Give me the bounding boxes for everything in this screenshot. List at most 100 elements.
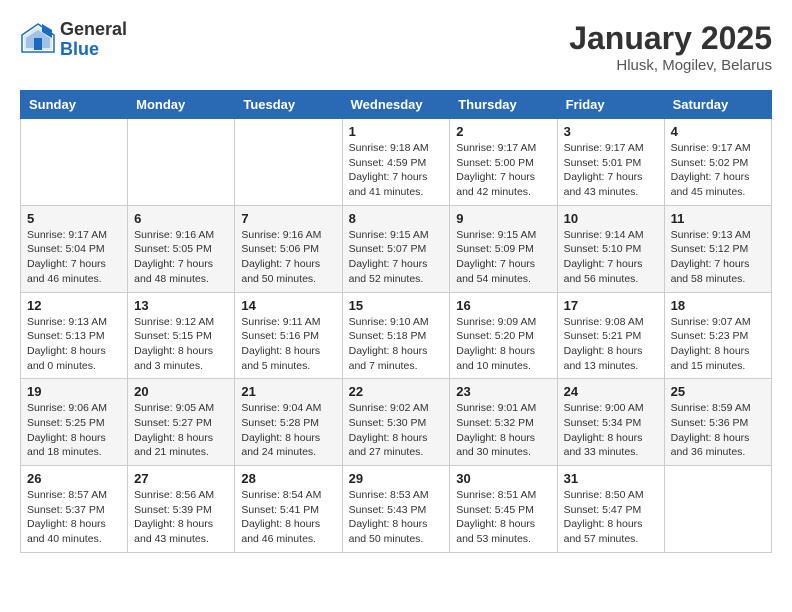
- calendar-cell: [21, 119, 128, 206]
- day-info: Sunrise: 9:09 AM Sunset: 5:20 PM Dayligh…: [456, 315, 550, 374]
- day-number: 25: [671, 384, 765, 399]
- calendar-cell: 28Sunrise: 8:54 AM Sunset: 5:41 PM Dayli…: [235, 466, 342, 553]
- day-info: Sunrise: 9:12 AM Sunset: 5:15 PM Dayligh…: [134, 315, 228, 374]
- day-number: 16: [456, 298, 550, 313]
- logo-icon: [20, 22, 56, 58]
- calendar-cell: 12Sunrise: 9:13 AM Sunset: 5:13 PM Dayli…: [21, 292, 128, 379]
- calendar-cell: 23 Sunrise: 9:01 AM Sunset: 5:32 PM Dayli…: [450, 379, 557, 466]
- calendar-cell: 29 Sunrise: 8:53 AM Sunset: 5:43 PM Dayli…: [342, 466, 450, 553]
- calendar-cell: 5Sunrise: 9:17 AM Sunset: 5:04 PM Daylig…: [21, 205, 128, 292]
- calendar-cell: 1Sunrise: 9:18 AM Sunset: 4:59 PM Daylig…: [342, 119, 450, 206]
- calendar-cell: 30Sunrise: 8:51 AM Sunset: 5:45 PM Dayli…: [450, 466, 557, 553]
- calendar-cell: 3Sunrise: 9:17 AM Sunset: 5:01 PM Daylig…: [557, 119, 664, 206]
- day-number: 18: [671, 298, 765, 313]
- calendar-cell: 21 Sunrise: 9:04 AM Sunset: 5:28 PM Dayli…: [235, 379, 342, 466]
- day-number: 17: [564, 298, 658, 313]
- title-area: January 2025 Hlusk, Mogilev, Belarus: [569, 20, 772, 74]
- calendar-week-row: 19 Sunrise: 9:06 AM Sunset: 5:25 PM Dayli…: [21, 379, 772, 466]
- calendar-cell: 13 Sunrise: 9:12 AM Sunset: 5:15 PM Dayli…: [128, 292, 235, 379]
- calendar-cell: 22 Sunrise: 9:02 AM Sunset: 5:30 PM Dayli…: [342, 379, 450, 466]
- day-info: Sunrise: 9:14 AM Sunset: 5:10 PM Dayligh…: [564, 228, 658, 287]
- day-info: Sunrise: 8:53 AM Sunset: 5:43 PM Dayligh…: [349, 488, 444, 547]
- calendar-cell: 9 Sunrise: 9:15 AM Sunset: 5:09 PM Daylig…: [450, 205, 557, 292]
- calendar-cell: [664, 466, 771, 553]
- calendar-title: January 2025: [569, 20, 772, 57]
- calendar-cell: 27 Sunrise: 8:56 AM Sunset: 5:39 PM Dayli…: [128, 466, 235, 553]
- calendar-cell: 14 Sunrise: 9:11 AM Sunset: 5:16 PM Dayli…: [235, 292, 342, 379]
- logo-blue-text: Blue: [60, 40, 127, 60]
- calendar-cell: 6 Sunrise: 9:16 AM Sunset: 5:05 PM Daylig…: [128, 205, 235, 292]
- weekday-header: Thursday: [450, 91, 557, 119]
- day-number: 8: [349, 211, 444, 226]
- calendar-week-row: 1Sunrise: 9:18 AM Sunset: 4:59 PM Daylig…: [21, 119, 772, 206]
- day-info: Sunrise: 8:59 AM Sunset: 5:36 PM Dayligh…: [671, 401, 765, 460]
- weekday-header: Wednesday: [342, 91, 450, 119]
- day-number: 24: [564, 384, 658, 399]
- calendar-cell: 24Sunrise: 9:00 AM Sunset: 5:34 PM Dayli…: [557, 379, 664, 466]
- calendar-cell: 26Sunrise: 8:57 AM Sunset: 5:37 PM Dayli…: [21, 466, 128, 553]
- day-number: 23: [456, 384, 550, 399]
- day-info: Sunrise: 9:17 AM Sunset: 5:00 PM Dayligh…: [456, 141, 550, 200]
- day-info: Sunrise: 9:11 AM Sunset: 5:16 PM Dayligh…: [241, 315, 335, 374]
- calendar-cell: 8 Sunrise: 9:15 AM Sunset: 5:07 PM Daylig…: [342, 205, 450, 292]
- weekday-header: Sunday: [21, 91, 128, 119]
- day-info: Sunrise: 9:13 AM Sunset: 5:12 PM Dayligh…: [671, 228, 765, 287]
- day-number: 2: [456, 124, 550, 139]
- day-info: Sunrise: 9:06 AM Sunset: 5:25 PM Dayligh…: [27, 401, 121, 460]
- calendar-cell: 31Sunrise: 8:50 AM Sunset: 5:47 PM Dayli…: [557, 466, 664, 553]
- calendar-cell: 7Sunrise: 9:16 AM Sunset: 5:06 PM Daylig…: [235, 205, 342, 292]
- weekday-header: Tuesday: [235, 91, 342, 119]
- day-info: Sunrise: 9:15 AM Sunset: 5:09 PM Dayligh…: [456, 228, 550, 287]
- day-info: Sunrise: 9:15 AM Sunset: 5:07 PM Dayligh…: [349, 228, 444, 287]
- day-number: 4: [671, 124, 765, 139]
- day-info: Sunrise: 9:16 AM Sunset: 5:05 PM Dayligh…: [134, 228, 228, 287]
- weekday-header: Friday: [557, 91, 664, 119]
- calendar-cell: 18 Sunrise: 9:07 AM Sunset: 5:23 PM Dayli…: [664, 292, 771, 379]
- calendar-cell: 20 Sunrise: 9:05 AM Sunset: 5:27 PM Dayli…: [128, 379, 235, 466]
- day-number: 21: [241, 384, 335, 399]
- calendar-subtitle: Hlusk, Mogilev, Belarus: [569, 57, 772, 74]
- day-number: 9: [456, 211, 550, 226]
- calendar-cell: 4 Sunrise: 9:17 AM Sunset: 5:02 PM Daylig…: [664, 119, 771, 206]
- header: General Blue January 2025 Hlusk, Mogilev…: [20, 20, 772, 74]
- calendar-cell: 15 Sunrise: 9:10 AM Sunset: 5:18 PM Dayli…: [342, 292, 450, 379]
- day-number: 28: [241, 471, 335, 486]
- calendar-cell: 11 Sunrise: 9:13 AM Sunset: 5:12 PM Dayli…: [664, 205, 771, 292]
- day-number: 11: [671, 211, 765, 226]
- weekday-header: Monday: [128, 91, 235, 119]
- day-number: 29: [349, 471, 444, 486]
- day-number: 22: [349, 384, 444, 399]
- day-info: Sunrise: 9:05 AM Sunset: 5:27 PM Dayligh…: [134, 401, 228, 460]
- logo-general-text: General: [60, 20, 127, 40]
- day-info: Sunrise: 9:07 AM Sunset: 5:23 PM Dayligh…: [671, 315, 765, 374]
- calendar-cell: 17 Sunrise: 9:08 AM Sunset: 5:21 PM Dayli…: [557, 292, 664, 379]
- calendar-cell: 25 Sunrise: 8:59 AM Sunset: 5:36 PM Dayli…: [664, 379, 771, 466]
- day-info: Sunrise: 8:57 AM Sunset: 5:37 PM Dayligh…: [27, 488, 121, 547]
- day-number: 27: [134, 471, 228, 486]
- day-info: Sunrise: 9:08 AM Sunset: 5:21 PM Dayligh…: [564, 315, 658, 374]
- calendar-cell: [235, 119, 342, 206]
- calendar-table: SundayMondayTuesdayWednesdayThursdayFrid…: [20, 90, 772, 553]
- day-info: Sunrise: 9:04 AM Sunset: 5:28 PM Dayligh…: [241, 401, 335, 460]
- day-info: Sunrise: 8:56 AM Sunset: 5:39 PM Dayligh…: [134, 488, 228, 547]
- day-info: Sunrise: 9:01 AM Sunset: 5:32 PM Dayligh…: [456, 401, 550, 460]
- day-number: 5: [27, 211, 121, 226]
- calendar-week-row: 5Sunrise: 9:17 AM Sunset: 5:04 PM Daylig…: [21, 205, 772, 292]
- day-info: Sunrise: 9:10 AM Sunset: 5:18 PM Dayligh…: [349, 315, 444, 374]
- day-info: Sunrise: 9:02 AM Sunset: 5:30 PM Dayligh…: [349, 401, 444, 460]
- logo: General Blue: [20, 20, 127, 60]
- day-info: Sunrise: 9:17 AM Sunset: 5:02 PM Dayligh…: [671, 141, 765, 200]
- day-number: 7: [241, 211, 335, 226]
- weekday-header-row: SundayMondayTuesdayWednesdayThursdayFrid…: [21, 91, 772, 119]
- day-number: 30: [456, 471, 550, 486]
- day-number: 13: [134, 298, 228, 313]
- day-number: 3: [564, 124, 658, 139]
- day-number: 14: [241, 298, 335, 313]
- day-number: 19: [27, 384, 121, 399]
- day-number: 1: [349, 124, 444, 139]
- day-number: 31: [564, 471, 658, 486]
- day-number: 6: [134, 211, 228, 226]
- day-number: 15: [349, 298, 444, 313]
- day-info: Sunrise: 9:13 AM Sunset: 5:13 PM Dayligh…: [27, 315, 121, 374]
- day-number: 20: [134, 384, 228, 399]
